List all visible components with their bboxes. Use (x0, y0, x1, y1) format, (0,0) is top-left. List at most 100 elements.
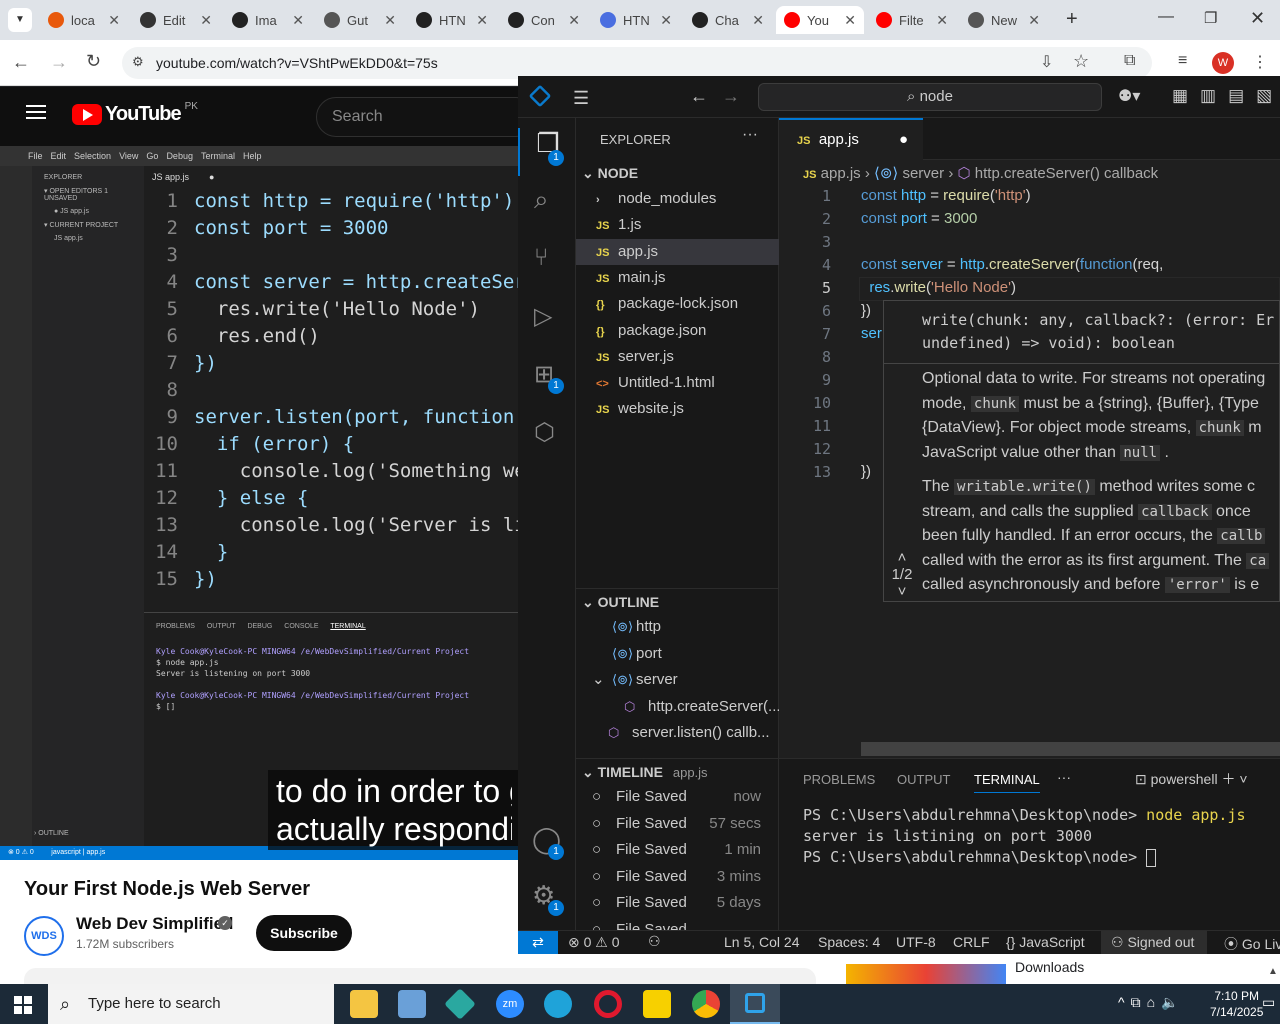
site-info-icon[interactable]: ⚙ (132, 54, 144, 70)
tab-close-icon[interactable]: ✕ (936, 12, 948, 29)
vscode-taskbar-button[interactable] (730, 984, 780, 1024)
code-line-13[interactable]: }) (861, 463, 871, 480)
channel-avatar[interactable]: WDS (24, 916, 64, 956)
tab-close-icon[interactable]: ✕ (384, 12, 396, 29)
tab-search-button[interactable]: ▼ (8, 8, 32, 32)
explorer-file[interactable]: JS main.js (576, 265, 779, 291)
tab-close-icon[interactable]: ✕ (292, 12, 304, 29)
outline-header[interactable]: ⌄ OUTLINE (576, 588, 779, 614)
encoding[interactable]: UTF-8 (896, 934, 936, 950)
code-line-7[interactable]: ser (861, 325, 882, 342)
tab-close-icon[interactable]: ✕ (1028, 12, 1040, 29)
problems-indicator[interactable]: ⊗ 0 ⚠ 0 (568, 934, 620, 951)
timeline-header[interactable]: ⌄ TIMELINE app.js (576, 758, 779, 784)
remote-explorer-icon[interactable]: ⬡ (534, 418, 555, 447)
nav-back-icon[interactable]: ← (690, 86, 708, 107)
url-bar[interactable]: ⚙ youtube.com/watch?v=VShtPwEkDD0&t=75s (122, 47, 1152, 79)
browser-tab[interactable]: Con ✕ (500, 6, 588, 34)
file-explorer-icon[interactable] (350, 990, 378, 1018)
close-window-button[interactable]: ✕ (1250, 8, 1265, 29)
editor-tab[interactable]: JS app.js ● (779, 118, 923, 160)
code-line-6[interactable]: }) (861, 302, 871, 319)
folder-header[interactable]: ⌄ NODE (576, 160, 779, 186)
panel-tab-terminal[interactable]: TERMINAL (974, 772, 1040, 793)
media-control-icon[interactable]: ≡ (1178, 52, 1187, 70)
timeline-item[interactable]: ○ File Saved 1 min (576, 837, 779, 863)
subscribe-button[interactable]: Subscribe (256, 915, 352, 951)
search-view-icon[interactable]: ⌕ (534, 184, 549, 216)
explorer-icon[interactable]: ❐ (518, 128, 576, 176)
explorer-file[interactable]: {} package-lock.json (576, 291, 779, 317)
language-mode[interactable]: {} JavaScript (1006, 934, 1085, 950)
tab-close-icon[interactable]: ✕ (568, 12, 580, 29)
remote-indicator[interactable]: ⇄ (518, 931, 558, 954)
taskbar-clock[interactable]: 7:10 PM 7/14/2025 (1210, 988, 1263, 1020)
notification-icon[interactable]: ▭ (1262, 994, 1275, 1011)
outline-item[interactable]: ⬡ http.createServer(... (576, 694, 779, 720)
explorer-file[interactable]: <> Untitled-1.html (576, 370, 779, 396)
timeline-item[interactable]: ○ File Saved 3 mins (576, 864, 779, 890)
tab-close-icon[interactable]: ✕ (108, 12, 120, 29)
timeline-item[interactable]: ○ File Saved 5 days (576, 890, 779, 916)
explorer-file[interactable]: JS website.js (576, 396, 779, 422)
new-tab-button[interactable]: + (1066, 8, 1078, 31)
code-line-2[interactable]: const port = 3000 (861, 210, 977, 227)
line-ending[interactable]: CRLF (953, 934, 990, 950)
outline-item[interactable]: ⌄ ⟨⊚⟩ server (576, 667, 779, 693)
run-debug-icon[interactable]: ▷ (534, 302, 552, 331)
bookmark-star-icon[interactable]: ☆ (1073, 51, 1089, 72)
channel-name[interactable]: Web Dev Simplified (76, 914, 233, 934)
tray-icons[interactable]: ^⧉⌂🔈 (1118, 994, 1184, 1011)
chevron-up-icon[interactable]: ˄ (886, 549, 918, 566)
browser-tab[interactable]: Filte ✕ (868, 6, 956, 34)
terminal-shell-selector[interactable]: ⊡ powershell ＋ ˅ (1135, 769, 1248, 789)
breadcrumb-file[interactable]: app.js (821, 165, 861, 182)
sticky-notes-icon[interactable] (643, 990, 671, 1018)
tab-close-icon[interactable]: ✕ (844, 12, 856, 29)
forward-button[interactable]: → (50, 52, 68, 73)
browser-tab[interactable]: HTN ✕ (592, 6, 680, 34)
code-line-4[interactable]: const server = http.createServer(functio… (861, 256, 1163, 273)
browser-tab[interactable]: New ✕ (960, 6, 1048, 34)
zoom-icon[interactable]: zm (496, 990, 524, 1018)
browser-tab[interactable]: Gut ✕ (316, 6, 404, 34)
chrome-menu-icon[interactable]: ⋮ (1252, 52, 1268, 72)
tab-close-icon[interactable]: ✕ (660, 12, 672, 29)
download-thumbnail[interactable] (846, 964, 1006, 984)
chevron-down-icon[interactable]: ⌄ (592, 667, 605, 693)
profile-avatar[interactable]: W (1212, 52, 1234, 74)
panel-tab-output[interactable]: OUTPUT (897, 772, 950, 787)
youtube-logo[interactable]: YouTube PK (72, 101, 198, 126)
go-live-button[interactable]: ⦿ Go Liv (1224, 934, 1280, 954)
copilot-icon[interactable]: ⚉▾ (1118, 86, 1140, 106)
hamburger-icon[interactable] (26, 105, 46, 119)
opera-icon[interactable] (594, 990, 622, 1018)
chevron-down-icon[interactable]: ˅ (886, 583, 918, 600)
maximize-button[interactable]: ❐ (1204, 9, 1217, 27)
youtube-search-input[interactable]: Search (316, 97, 536, 137)
unsaved-dot-icon[interactable]: ● (899, 120, 908, 160)
browser-tab[interactable]: Ima ✕ (224, 6, 312, 34)
remote-debug-icon[interactable]: ⚇ (648, 933, 661, 950)
code-line-1[interactable]: const http = require('http') (861, 187, 1031, 204)
edge-icon[interactable] (544, 990, 572, 1018)
taskbar-app-icon-1[interactable] (398, 990, 426, 1018)
outline-item[interactable]: ⟨⊚⟩ http (576, 614, 779, 640)
extensions-icon[interactable]: ⧉ (1124, 52, 1135, 70)
indentation[interactable]: Spaces: 4 (818, 934, 880, 950)
tab-close-icon[interactable]: ✕ (200, 12, 212, 29)
explorer-file[interactable]: › node_modules (576, 186, 779, 212)
explorer-file[interactable]: {} package.json (576, 318, 779, 344)
menu-icon[interactable]: ☰ (573, 88, 589, 109)
timeline-item[interactable]: ○ File Saved 57 secs (576, 811, 779, 837)
code-line-5[interactable]: res.write('Hello Node') (861, 279, 1016, 296)
reload-button[interactable]: ↻ (86, 51, 101, 72)
hover-widget[interactable]: write(chunk: any, callback?: (error: Er … (883, 300, 1280, 602)
taskbar-search[interactable]: ⌕ Type here to search (48, 984, 334, 1024)
layout-toggle-icons[interactable]: ▦▥▤▧ (1172, 86, 1280, 106)
windows-start-icon[interactable] (14, 996, 32, 1014)
panel-more-icon[interactable]: ··· (1057, 769, 1071, 785)
explorer-more-icon[interactable]: ··· (742, 126, 758, 144)
breadcrumb-server[interactable]: server (902, 165, 944, 182)
minimize-button[interactable]: — (1158, 8, 1174, 26)
